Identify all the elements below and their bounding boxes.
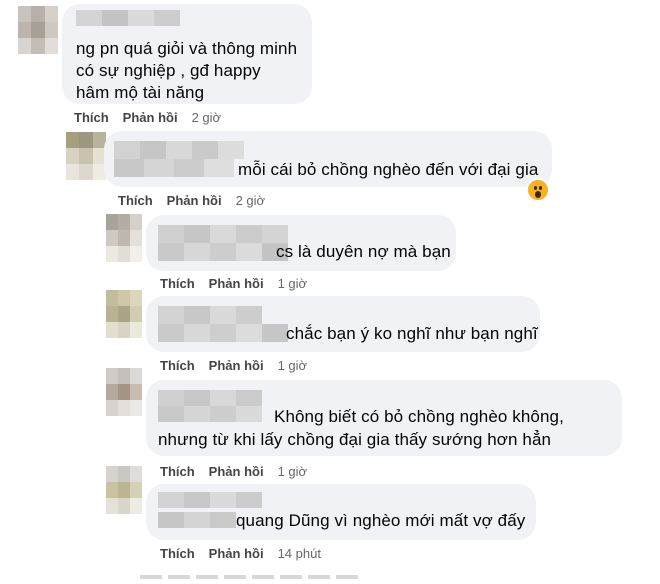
- comment-time[interactable]: 2 giờ: [236, 193, 266, 208]
- comment-time[interactable]: 2 giờ: [192, 110, 222, 125]
- comment-time[interactable]: 14 phút: [278, 546, 321, 561]
- comment-text-line: hâm mộ tài năng: [76, 83, 205, 102]
- comment-time[interactable]: 1 giờ: [278, 276, 308, 291]
- avatar[interactable]: [18, 6, 58, 54]
- reply-link[interactable]: Phản hồi: [209, 546, 264, 561]
- reply-link[interactable]: Phản hồi: [167, 193, 222, 208]
- avatar[interactable]: [106, 466, 142, 514]
- comment-text-line: quang Dũng vì nghèo mới mất vợ đấy: [236, 511, 526, 530]
- like-link[interactable]: Thích: [160, 546, 195, 561]
- like-link[interactable]: Thích: [160, 464, 195, 479]
- reply-link[interactable]: Phản hồi: [209, 464, 264, 479]
- comment-bubble: mỗi cái bỏ chồng nghèo đến với đại gia: [104, 131, 552, 187]
- blurred-author-name-line2: [158, 243, 288, 261]
- avatar[interactable]: [106, 214, 142, 262]
- comment-bubble: quang Dũng vì nghèo mới mất vợ đấy: [146, 484, 536, 540]
- comment-actions: Thích Phản hồi 2 giờ: [118, 193, 279, 208]
- like-link[interactable]: Thích: [118, 193, 153, 208]
- blurred-author-name: [158, 225, 288, 243]
- comment-actions: Thích Phản hồi 1 giờ: [160, 464, 321, 479]
- blurred-author-name: [158, 306, 262, 324]
- comment-time[interactable]: 1 giờ: [278, 358, 308, 373]
- comment-bubble: chắc bạn ý ko nghĩ như bạn nghĩ: [146, 296, 540, 352]
- avatar[interactable]: [106, 290, 142, 338]
- blurred-author-name-line2: [158, 406, 262, 422]
- blurred-author-name: [158, 492, 262, 508]
- comment-bubble: Không biết có bỏ chồng nghèo không, nhưn…: [146, 380, 622, 456]
- blurred-author-name: [76, 10, 180, 26]
- comment-text-line: có sự nghiệp , gđ happy: [76, 61, 261, 80]
- comment-bubble: ng pn quá giỏi và thông minh có sự nghiệ…: [62, 4, 312, 104]
- comment-text-line: ng pn quá giỏi và thông minh: [76, 39, 298, 58]
- reply-link[interactable]: Phản hồi: [209, 276, 264, 291]
- comment-actions: Thích Phản hồi 14 phút: [160, 546, 335, 561]
- reply-link[interactable]: Phản hồi: [209, 358, 264, 373]
- blurred-author-name: [114, 141, 244, 159]
- comment-actions: Thích Phản hồi 2 giờ: [74, 110, 235, 125]
- blurred-author-name-line2: [114, 159, 234, 177]
- like-link[interactable]: Thích: [160, 276, 195, 291]
- reply-link[interactable]: Phản hồi: [123, 110, 178, 125]
- avatar[interactable]: [66, 132, 106, 180]
- blurred-author-name-line2: [158, 324, 288, 342]
- comment-actions: Thích Phản hồi 1 giờ: [160, 358, 321, 373]
- blurred-author-name: [158, 390, 262, 406]
- next-comment-cutoff: [140, 566, 440, 579]
- like-link[interactable]: Thích: [160, 358, 195, 373]
- comment-text-line: chắc bạn ý ko nghĩ như bạn nghĩ: [286, 324, 538, 343]
- comment-text-line: cs là duyên nợ mà bạn: [276, 242, 451, 261]
- avatar[interactable]: [106, 368, 142, 416]
- comment-text-line: Không biết có bỏ chồng nghèo không,: [274, 407, 564, 426]
- blurred-author-name-line2: [158, 512, 236, 528]
- wow-reaction-icon[interactable]: [526, 178, 550, 202]
- like-link[interactable]: Thích: [74, 110, 109, 125]
- comment-actions: Thích Phản hồi 1 giờ: [160, 276, 321, 291]
- comment-bubble: cs là duyên nợ mà bạn: [146, 215, 456, 271]
- comment-text-line: nhưng từ khi lấy chồng đại gia thấy sướn…: [158, 430, 552, 449]
- comment-time[interactable]: 1 giờ: [278, 464, 308, 479]
- comment-text-line: mỗi cái bỏ chồng nghèo đến với đại gia: [238, 160, 539, 179]
